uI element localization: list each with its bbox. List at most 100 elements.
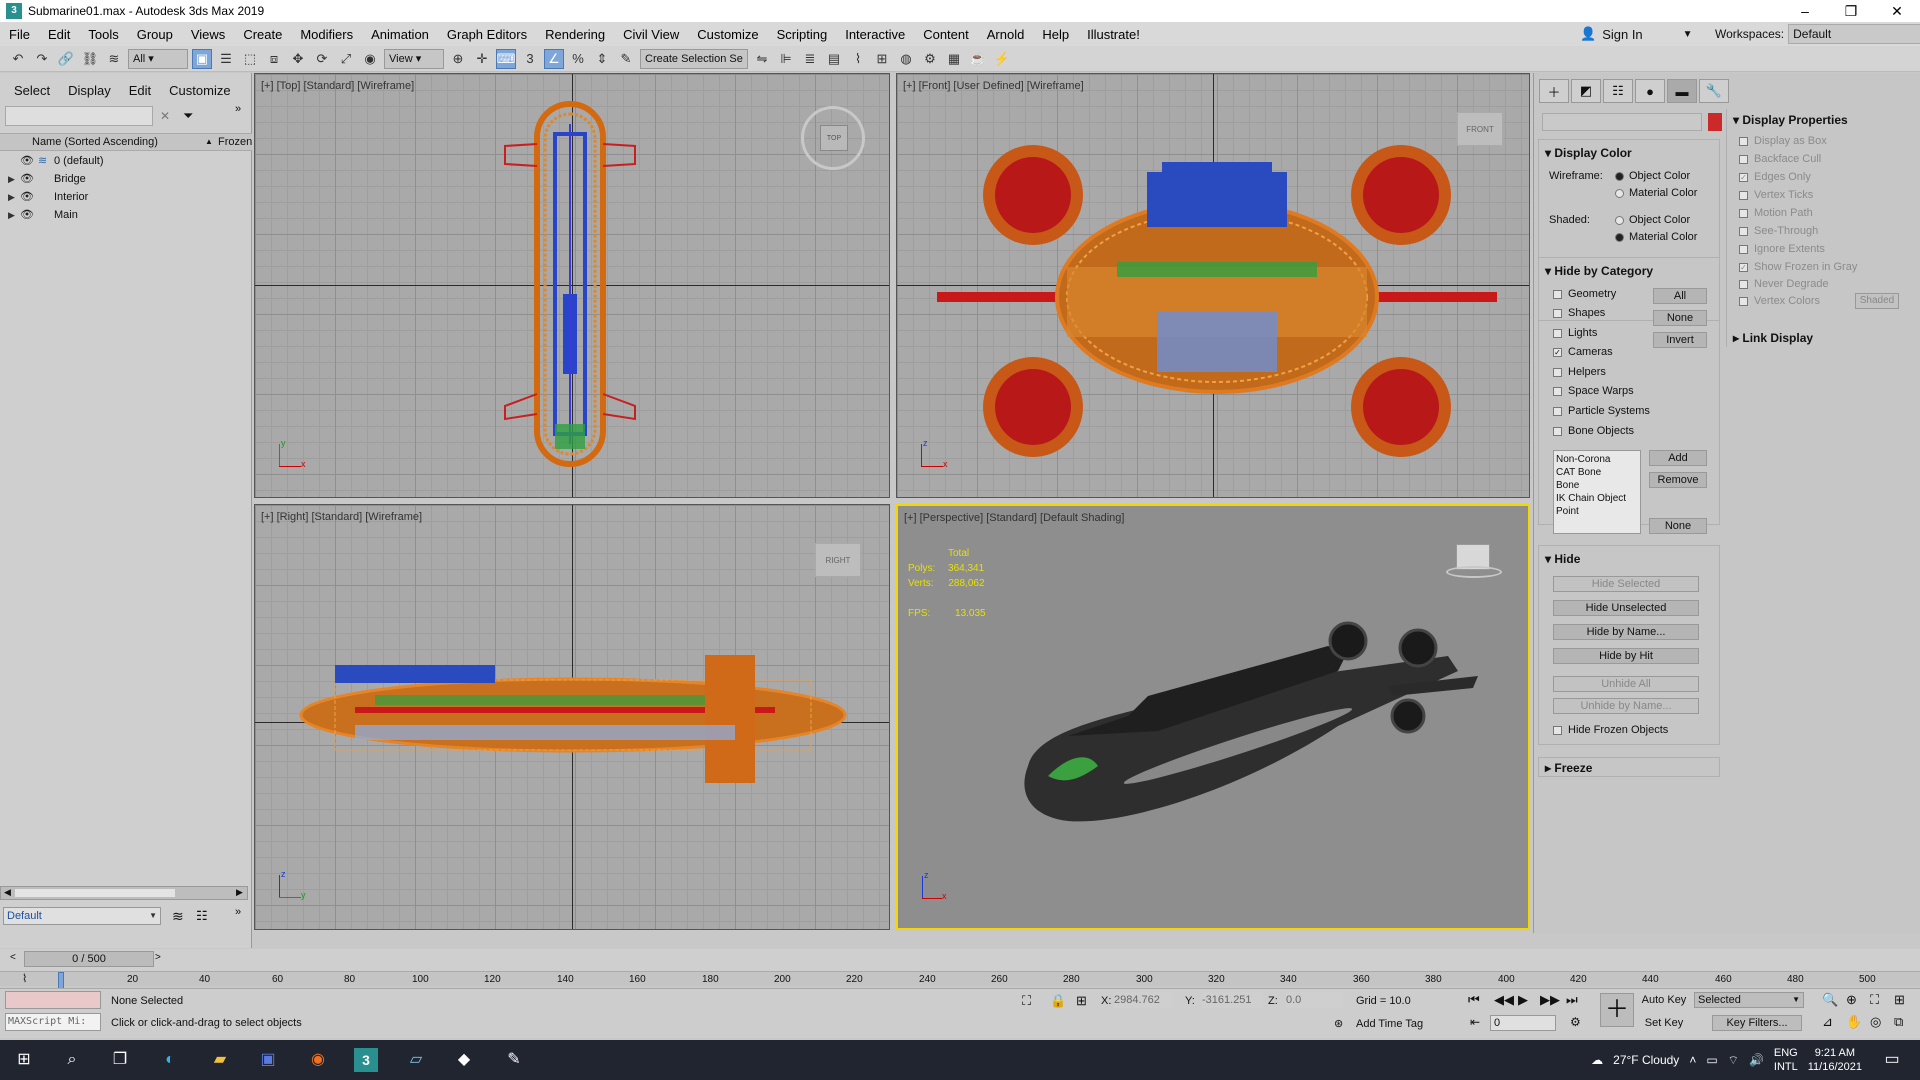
search-icon[interactable]: ⌕ (60, 1048, 84, 1072)
bind-spacewarp-icon[interactable]: ≋ (104, 49, 124, 69)
lock-icon[interactable]: 🔒 (1050, 993, 1066, 1009)
remove-button[interactable]: Remove (1649, 472, 1707, 488)
selection-filter[interactable]: All ▾ (128, 48, 188, 69)
shaded-object-color-radio[interactable]: Object Color (1615, 214, 1690, 226)
spinner-snap-icon[interactable]: ⇕ (592, 49, 612, 69)
eye-icon[interactable]: 👁 (20, 188, 34, 206)
orbit-icon[interactable]: ◎ (1870, 1014, 1881, 1030)
motion-path-checkbox[interactable]: Motion Path (1739, 207, 1813, 219)
menu-graph-editors[interactable]: Graph Editors (438, 27, 536, 42)
scroll-right-icon[interactable]: ▶ (236, 887, 243, 898)
list-item[interactable]: CAT Bone (1556, 466, 1638, 479)
menu-tools[interactable]: Tools (79, 27, 127, 42)
clear-search-icon[interactable]: ✕ (160, 109, 170, 123)
menu-edit[interactable]: Edit (39, 27, 79, 42)
backface-cull-checkbox[interactable]: Backface Cull (1739, 153, 1821, 165)
zoom-all-icon[interactable]: ⊕ (1846, 992, 1857, 1008)
show-frozen-gray-checkbox[interactable]: ✓ Show Frozen in Gray (1739, 261, 1857, 273)
rect-region-icon[interactable]: ⬚ (240, 49, 260, 69)
viewcube-right[interactable]: RIGHT (815, 543, 861, 577)
category-invert-button[interactable]: Invert (1653, 332, 1707, 348)
category-geometry-checkbox[interactable]: Geometry (1553, 288, 1616, 300)
select-by-name-icon[interactable]: ☰ (216, 49, 236, 69)
auto-key-button[interactable]: Auto Key (1640, 992, 1688, 1008)
eye-icon[interactable]: 👁 (20, 152, 34, 170)
x-coord-field[interactable]: 2984.762 (1114, 992, 1172, 1008)
time-tag-icon[interactable]: ⊛ (1334, 1017, 1343, 1030)
menu-views[interactable]: Views (182, 27, 234, 42)
viewport-front[interactable]: [+] [Front] [User Defined] [Wireframe] F… (896, 73, 1530, 498)
track-bar[interactable]: ⌇ 20 40 60 80 100 120 140 160 180 200 22… (0, 971, 1920, 990)
redo-icon[interactable]: ↷ (32, 49, 52, 69)
isolate-icon[interactable]: ⛶ (1022, 993, 1031, 1009)
viewport-label[interactable]: [+] [Top] [Standard] [Wireframe] (261, 80, 414, 92)
modify-tab-icon[interactable]: ◩ (1571, 79, 1601, 103)
motion-tab-icon[interactable]: ● (1635, 79, 1665, 103)
scroll-thumb[interactable] (15, 889, 175, 897)
shaded-material-color-radio[interactable]: Material Color (1615, 231, 1697, 243)
layer-row[interactable]: ▶ 👁 Interior (0, 188, 252, 206)
firefox-icon[interactable]: ◉ (306, 1048, 330, 1072)
explorer-tab-customize[interactable]: Customize (169, 83, 230, 98)
volume-icon[interactable]: 🔊 (1749, 1053, 1764, 1067)
notepad-icon[interactable]: ▱ (404, 1048, 428, 1072)
category-helpers-checkbox[interactable]: Helpers (1553, 366, 1606, 378)
zoom-extents-icon[interactable]: ⛶ (1870, 992, 1879, 1008)
workspace-select[interactable]: Default▼ (1788, 24, 1920, 44)
maximize-viewport-icon[interactable]: ⧉ (1894, 1014, 1903, 1030)
viewport-label[interactable]: [+] [Perspective] [Standard] [Default Sh… (904, 512, 1124, 524)
vertex-colors-checkbox[interactable]: Vertex Colors (1739, 295, 1820, 307)
set-key-big-button[interactable]: ＋ (1600, 993, 1634, 1027)
category-shapes-checkbox[interactable]: Shapes (1553, 307, 1605, 319)
rollout-link-display[interactable]: ▸ Link Display (1726, 327, 1906, 347)
move-icon[interactable]: ✥ (288, 49, 308, 69)
ignore-extents-checkbox[interactable]: Ignore Extents (1739, 243, 1825, 255)
menu-civil-view[interactable]: Civil View (614, 27, 688, 42)
rollout-toggle[interactable]: ▾ Display Properties (1733, 113, 1848, 127)
layer-row[interactable]: ▶ 👁 Main (0, 206, 252, 224)
render-setup-icon[interactable]: ⚙ (920, 49, 940, 69)
unity-icon[interactable]: ◆ (452, 1048, 476, 1072)
utilities-tab-icon[interactable]: 🔧 (1699, 79, 1729, 103)
hide-by-hit-button[interactable]: Hide by Hit (1553, 648, 1699, 664)
pin-icon[interactable]: » (235, 906, 241, 918)
zoom-extents-all-icon[interactable]: ⊞ (1894, 992, 1905, 1008)
rotate-icon[interactable]: ⟳ (312, 49, 332, 69)
list-item[interactable]: Bone (1556, 479, 1638, 492)
viewcube-top[interactable]: TOP (801, 106, 865, 170)
vertex-ticks-checkbox[interactable]: Vertex Ticks (1739, 189, 1813, 201)
3dsmax-taskbar-icon[interactable]: 3 (354, 1048, 378, 1072)
play-icon[interactable]: ▶ (1518, 992, 1528, 1008)
rollout-toggle[interactable]: ▾ Hide (1545, 552, 1580, 566)
curve-editor-icon[interactable]: ⌇ (848, 49, 868, 69)
edge-icon[interactable]: ◐ (158, 1048, 182, 1072)
edges-only-checkbox[interactable]: ✓ Edges Only (1739, 171, 1811, 183)
eye-icon[interactable]: 👁 (20, 206, 34, 224)
prev-key-icon[interactable]: ◀◀ (1494, 992, 1514, 1008)
keyboard-shortcut-icon[interactable]: ⌨ (496, 48, 516, 69)
maximize-button[interactable]: ❐ (1828, 0, 1874, 22)
language-indicator[interactable]: ENG INTL (1774, 1046, 1798, 1074)
layer-explorer-icon[interactable]: ≣ (800, 49, 820, 69)
menu-rendering[interactable]: Rendering (536, 27, 614, 42)
render-production-icon[interactable]: ⚡ (992, 49, 1012, 69)
viewport-perspective[interactable]: [+] [Perspective] [Standard] [Default Sh… (896, 504, 1530, 930)
goto-start-icon[interactable]: ⏮ (1468, 992, 1480, 1008)
time-config-icon[interactable]: ⚙ (1570, 1015, 1581, 1029)
menu-create[interactable]: Create (234, 27, 291, 42)
menu-group[interactable]: Group (128, 27, 182, 42)
category-listbox[interactable]: Non-Corona CAT Bone Bone IK Chain Object… (1553, 450, 1641, 534)
category-particle-systems-checkbox[interactable]: Particle Systems (1553, 405, 1650, 417)
column-name-header[interactable]: Name (Sorted Ascending) (32, 136, 158, 148)
undo-icon[interactable]: ↶ (8, 49, 28, 69)
rollout-toggle[interactable]: ▾ Display Color (1545, 146, 1632, 160)
gimp-icon[interactable]: ✎ (502, 1048, 526, 1072)
expand-icon[interactable]: ▶ (8, 170, 15, 188)
category-bone-objects-checkbox[interactable]: Bone Objects (1553, 425, 1634, 437)
goto-end-icon[interactable]: ⏭ (1566, 992, 1578, 1008)
chevron-up-icon[interactable]: ˄ (1689, 1053, 1696, 1067)
notification-icon[interactable]: ▭ (1880, 1048, 1904, 1072)
time-slider-thumb[interactable]: 0 / 500 (24, 951, 154, 967)
hierarchy-tab-icon[interactable]: ☷ (1603, 79, 1633, 103)
select-object-icon[interactable]: ▣ (192, 48, 212, 69)
